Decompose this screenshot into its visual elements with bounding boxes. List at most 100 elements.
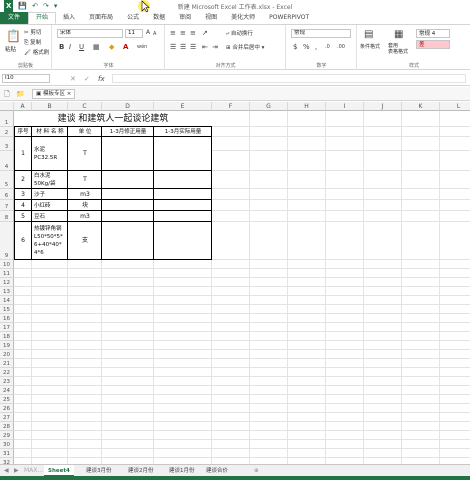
currency-icon[interactable]: $ (293, 43, 297, 51)
row-header[interactable]: 31 (0, 449, 14, 458)
open-folder-icon[interactable]: 📁 (16, 90, 25, 98)
row-header[interactable]: 4 (0, 151, 14, 171)
table-cell-revised[interactable] (102, 222, 154, 260)
column-header[interactable]: E (154, 102, 212, 111)
align-left-icon[interactable]: ☰ (170, 43, 176, 51)
tab-powerpivot[interactable]: POWERPIVOT (262, 12, 316, 24)
percent-button[interactable]: % (303, 43, 310, 51)
cancel-icon[interactable]: ✕ (70, 75, 76, 83)
column-header[interactable]: F (212, 102, 250, 111)
row-header[interactable]: 28 (0, 422, 14, 431)
row-header[interactable]: 6 (0, 189, 14, 200)
tab-home[interactable]: 开始 (28, 12, 57, 24)
align-center-icon[interactable]: ☰ (180, 43, 186, 51)
fill-color-icon[interactable]: ◆ (109, 43, 114, 51)
table-cell-no[interactable]: 6 (14, 222, 32, 260)
merge-center-button[interactable]: ⊞ 合并后居中 ▾ (226, 43, 264, 51)
row-header[interactable]: 10 (0, 260, 14, 269)
column-header[interactable]: K (402, 102, 440, 111)
row-header[interactable]: 17 (0, 323, 14, 332)
format-painter-button[interactable]: 🖌 格式刷 (24, 48, 49, 56)
row-header[interactable]: 12 (0, 278, 14, 287)
wrap-text-button[interactable]: ⤶ 自动换行 (226, 29, 253, 38)
grow-font-icon[interactable]: A (146, 29, 150, 37)
align-top-icon[interactable]: ≡ (170, 29, 176, 37)
table-cell-actual[interactable] (154, 171, 212, 189)
column-header[interactable]: J (364, 102, 402, 111)
new-file-icon[interactable]: 🗋 (4, 90, 10, 98)
table-cell-revised[interactable] (102, 137, 154, 171)
cut-button[interactable]: ✂ 剪切 (24, 28, 41, 36)
font-size-select[interactable]: 11 (125, 29, 143, 38)
row-header[interactable]: 30 (0, 440, 14, 449)
redo-icon[interactable]: ↷ (43, 0, 49, 12)
tab-view[interactable]: 视图 (198, 12, 224, 24)
row-header[interactable]: 27 (0, 413, 14, 422)
row-header[interactable]: 8 (0, 211, 14, 222)
table-cell-unit[interactable]: T (68, 137, 102, 171)
table-cell-unit[interactable]: T (68, 171, 102, 189)
tab-beautify[interactable]: 美化大师 (224, 12, 262, 24)
phonetic-icon[interactable]: wén (137, 43, 147, 51)
row-header[interactable]: 18 (0, 332, 14, 341)
conditional-format-button[interactable]: 条件格式 (360, 43, 380, 50)
row-header[interactable]: 1 (0, 111, 14, 127)
paste-button[interactable]: 粘贴 (5, 45, 16, 53)
style-bad[interactable]: 差 (416, 40, 450, 49)
row-header[interactable]: 22 (0, 368, 14, 377)
font-color-icon[interactable]: A (123, 43, 128, 51)
column-header[interactable]: C (68, 102, 102, 111)
increase-decimal-icon[interactable]: .0 (325, 43, 330, 51)
scroll-left-icon[interactable]: ◀ (4, 467, 9, 475)
row-header[interactable]: 26 (0, 404, 14, 413)
row-header[interactable]: 19 (0, 341, 14, 350)
row-header[interactable]: 11 (0, 269, 14, 278)
align-bottom-icon[interactable]: ≡ (190, 29, 196, 37)
row-header[interactable]: 25 (0, 395, 14, 404)
table-format-icon[interactable]: ▦ (394, 29, 403, 41)
font-name-select[interactable]: 宋体 (57, 29, 123, 38)
row-header[interactable]: 23 (0, 377, 14, 386)
row-header[interactable]: 16 (0, 314, 14, 323)
row-header[interactable]: 24 (0, 386, 14, 395)
formula-input[interactable] (112, 74, 466, 83)
row-header[interactable]: 21 (0, 359, 14, 368)
row-header[interactable]: 15 (0, 305, 14, 314)
template-zone-tab[interactable]: ▣ 模板专区 × (32, 89, 76, 99)
name-box[interactable]: I10 (2, 74, 50, 83)
sheet-title[interactable]: 建谈 和建筑人一起谈论建筑 (14, 111, 212, 127)
number-format-select[interactable]: 常规 (291, 29, 351, 38)
table-cell-name[interactable]: 热镀锌角钢 L50*50*5* 6+40*40* 4*6 (32, 222, 68, 260)
tab-file[interactable]: 文件 (0, 12, 29, 24)
style-normal4[interactable]: 常规 4 (416, 29, 450, 38)
enter-icon[interactable]: ✓ (84, 75, 90, 83)
comma-button[interactable]: , (315, 43, 317, 51)
row-header[interactable]: 9 (0, 222, 14, 260)
table-cell-no[interactable]: 2 (14, 171, 32, 189)
decrease-indent-icon[interactable]: ⇤ (202, 43, 208, 51)
customize-quick-access-icon[interactable]: ▾ (54, 0, 58, 12)
copy-button[interactable]: ⎘ 复制 (24, 38, 41, 47)
undo-icon[interactable]: ↶ (32, 0, 38, 12)
table-cell-revised[interactable] (102, 171, 154, 189)
italic-button[interactable]: I (69, 43, 71, 51)
row-header[interactable]: 29 (0, 431, 14, 440)
row-header[interactable]: 14 (0, 296, 14, 305)
column-header[interactable]: G (250, 102, 288, 111)
orientation-icon[interactable]: ↗ (202, 29, 208, 37)
row-header[interactable]: 7 (0, 200, 14, 211)
scroll-right-icon[interactable]: ▶ (14, 467, 19, 475)
select-all-corner[interactable] (0, 102, 14, 111)
paste-icon[interactable]: 📋 (6, 29, 21, 43)
column-header[interactable]: D (102, 102, 154, 111)
table-cell-unit[interactable]: 支 (68, 222, 102, 260)
row-header[interactable]: 13 (0, 287, 14, 296)
close-icon[interactable]: × (67, 91, 72, 97)
align-right-icon[interactable]: ☰ (190, 43, 196, 51)
column-header[interactable]: B (32, 102, 68, 111)
insert-function-button[interactable]: fx (98, 75, 105, 83)
decrease-decimal-icon[interactable]: .00 (337, 43, 345, 51)
border-icon[interactable]: ▦ (93, 43, 100, 51)
tab-insert[interactable]: 插入 (56, 12, 82, 24)
column-header[interactable]: I (326, 102, 364, 111)
